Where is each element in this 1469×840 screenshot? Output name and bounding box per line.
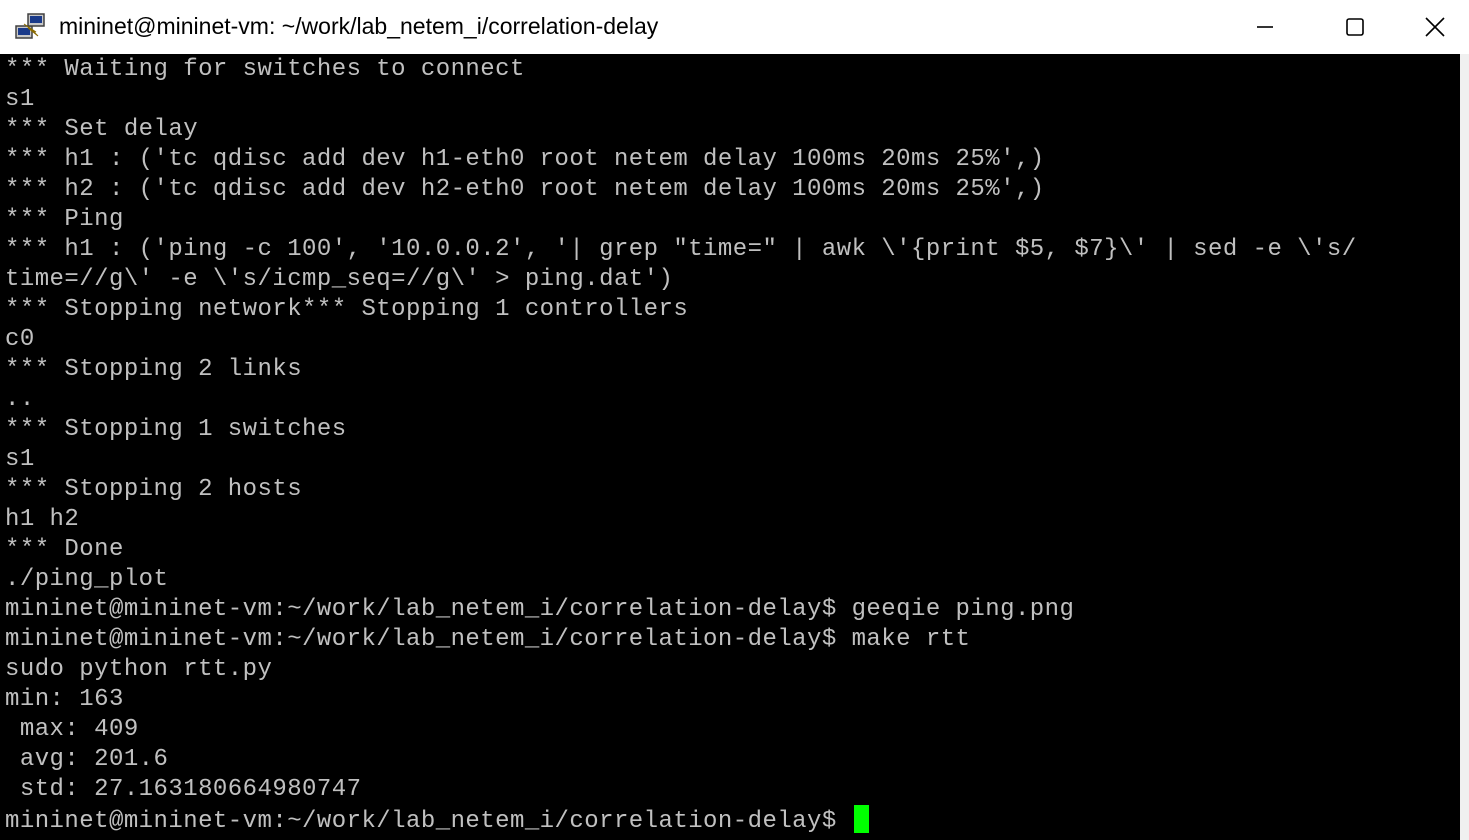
terminal-line: .. xyxy=(5,386,35,413)
window-title: mininet@mininet-vm: ~/work/lab_netem_i/c… xyxy=(59,13,659,39)
terminal-line: std: 27.163180664980747 xyxy=(5,776,362,803)
terminal-output[interactable]: *** Waiting for switches to connect s1 *… xyxy=(0,54,1460,840)
scrollbar[interactable] xyxy=(1460,54,1469,840)
terminal-line: avg: 201.6 xyxy=(5,746,169,773)
terminal-line: min: 163 xyxy=(5,686,124,713)
title-bar[interactable]: mininet@mininet-vm: ~/work/lab_netem_i/c… xyxy=(0,0,1469,54)
maximize-icon xyxy=(1346,18,1364,36)
prompt-line[interactable]: mininet@mininet-vm:~/work/lab_netem_i/co… xyxy=(5,805,1460,835)
terminal-line: *** Ping xyxy=(5,206,124,233)
terminal-line: *** h1 : ('ping -c 100', '10.0.0.2', '| … xyxy=(5,236,1357,263)
putty-icon xyxy=(15,13,45,39)
close-icon xyxy=(1424,17,1445,37)
terminal-line: *** Stopping network*** Stopping 1 contr… xyxy=(5,296,689,323)
terminal-line: s1 xyxy=(5,86,35,113)
terminal-line: *** Stopping 2 links xyxy=(5,356,303,383)
text-cursor xyxy=(853,805,869,833)
terminal-line: sudo python rtt.py xyxy=(5,656,273,683)
terminal-line: *** Stopping 2 hosts xyxy=(5,476,303,503)
terminal-line: *** Done xyxy=(5,536,124,563)
terminal-line: *** h1 : ('tc qdisc add dev h1-eth0 root… xyxy=(5,146,1045,173)
terminal-line: time=//g\' -e \'s/icmp_seq=//g\' > ping.… xyxy=(5,266,674,293)
terminal-line: *** Stopping 1 switches xyxy=(5,416,347,443)
close-button[interactable] xyxy=(1400,0,1469,54)
terminal-window: mininet@mininet-vm: ~/work/lab_netem_i/c… xyxy=(0,0,1469,840)
terminal-line: mininet@mininet-vm:~/work/lab_netem_i/co… xyxy=(5,626,971,653)
terminal-line: *** Waiting for switches to connect xyxy=(5,56,525,83)
terminal-line: max: 409 xyxy=(5,716,139,743)
minimize-icon xyxy=(1257,26,1273,28)
shell-prompt: mininet@mininet-vm:~/work/lab_netem_i/co… xyxy=(5,808,852,835)
terminal-line: *** h2 : ('tc qdisc add dev h2-eth0 root… xyxy=(5,176,1045,203)
terminal-line: c0 xyxy=(5,326,35,353)
minimize-button[interactable] xyxy=(1220,0,1310,54)
terminal-line: mininet@mininet-vm:~/work/lab_netem_i/co… xyxy=(5,596,1075,623)
terminal-line: s1 xyxy=(5,446,35,473)
terminal-line: h1 h2 xyxy=(5,506,80,533)
terminal-line: *** Set delay xyxy=(5,116,199,143)
terminal-line: ./ping_plot xyxy=(5,566,169,593)
maximize-button[interactable] xyxy=(1310,0,1400,54)
